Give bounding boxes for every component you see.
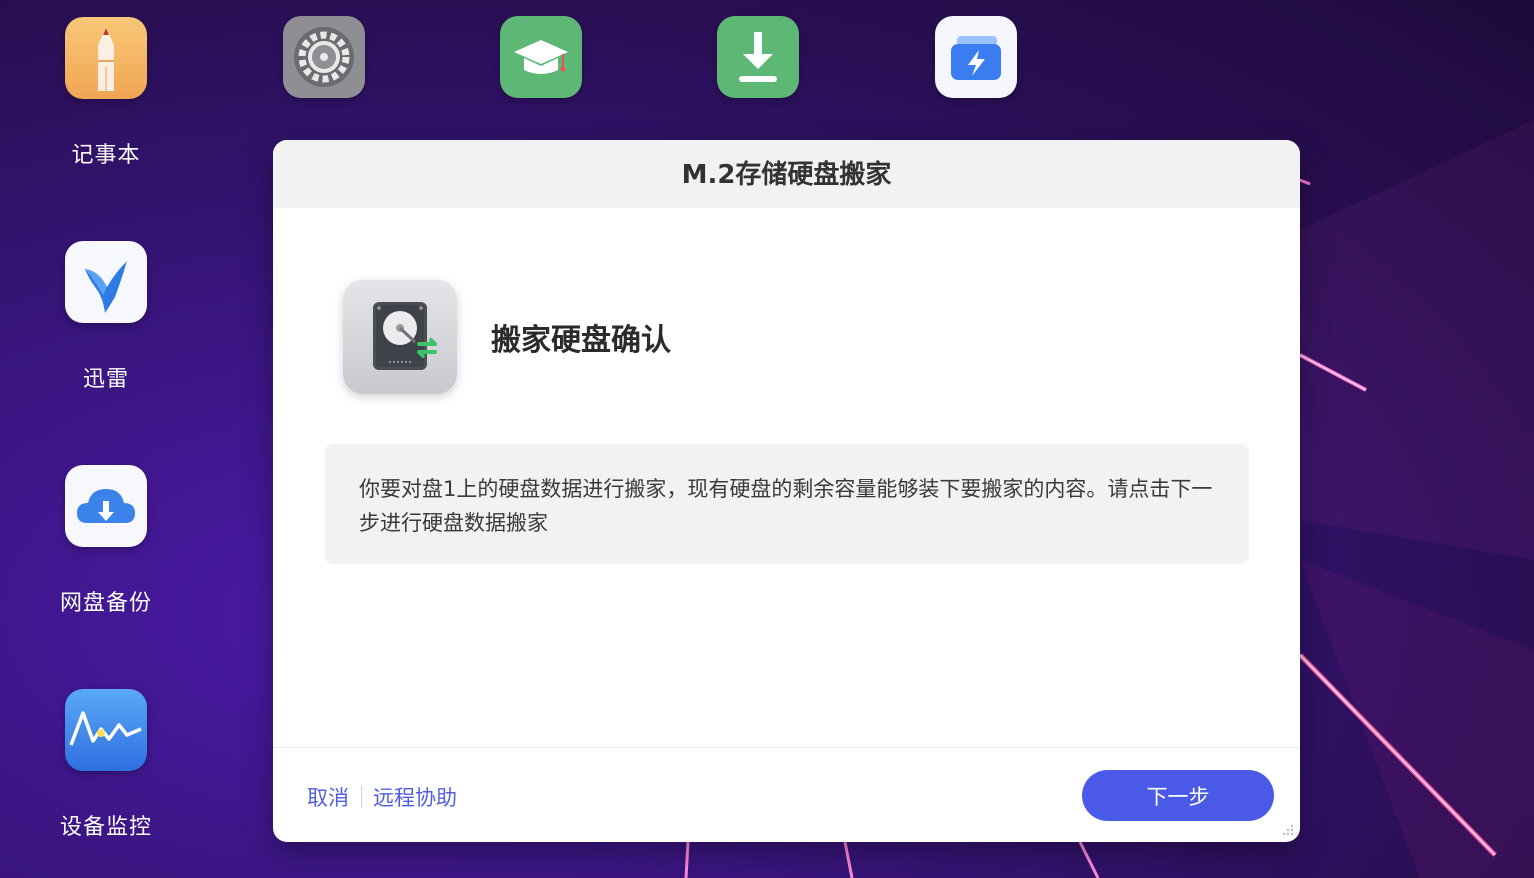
- cloud-download-icon: [65, 465, 147, 547]
- pulse-monitor-icon: [65, 689, 147, 771]
- disk-migration-dialog: M.2存储硬盘搬家 搬家硬盘确认 你要对盘1上的硬盘数据进行搬家，现有硬盘的剩余…: [273, 140, 1300, 842]
- device-monitor-app-label: 设备监控: [59, 815, 152, 840]
- remote-help-link[interactable]: 远程协助: [373, 782, 457, 812]
- graduation-cap-icon: [500, 16, 582, 98]
- settings-gear-icon: [283, 16, 365, 98]
- notepad-pencil-icon: [65, 17, 147, 99]
- hard-drive-transfer-icon: [343, 280, 457, 394]
- lightning-cards-icon: [935, 16, 1017, 98]
- cloud-backup-app[interactable]: 网盘备份: [6, 465, 206, 617]
- download-arrow-icon: [717, 16, 799, 98]
- thunder-bird-icon: [65, 241, 147, 323]
- notepad-app-label: 记事本: [71, 143, 141, 168]
- footer-link-separator: [361, 786, 362, 808]
- settings-app-tile[interactable]: [283, 16, 365, 98]
- cloud-backup-app-tile[interactable]: [65, 465, 147, 547]
- footer-divider: [273, 747, 1300, 748]
- download-app-tile[interactable]: [717, 16, 799, 98]
- device-monitor-app[interactable]: 设备监控: [6, 689, 206, 841]
- cancel-link[interactable]: 取消: [307, 782, 349, 812]
- thunder-app-tile[interactable]: [65, 241, 147, 323]
- thunder-app[interactable]: 迅雷: [6, 241, 206, 393]
- next-step-button[interactable]: 下一步: [1082, 770, 1274, 821]
- device-monitor-app-tile[interactable]: [65, 689, 147, 771]
- dialog-title: M.2存储硬盘搬家: [273, 140, 1300, 208]
- cloud-backup-app-label: 网盘备份: [59, 591, 152, 616]
- confirmation-message: 你要对盘1上的硬盘数据进行搬家，现有硬盘的剩余容量能够装下要搬家的内容。请点击下…: [359, 477, 1213, 535]
- education-app-tile[interactable]: [500, 16, 582, 98]
- step-title: 搬家硬盘确认: [491, 323, 671, 358]
- confirmation-message-box: 你要对盘1上的硬盘数据进行搬家，现有硬盘的剩余容量能够装下要搬家的内容。请点击下…: [325, 444, 1249, 564]
- thunder-app-label: 迅雷: [82, 367, 129, 392]
- notepad-app-tile[interactable]: [65, 17, 147, 99]
- flash-transfer-app-tile[interactable]: [935, 16, 1017, 98]
- resize-grip-icon[interactable]: [1280, 822, 1294, 836]
- notepad-app[interactable]: 记事本: [6, 17, 206, 169]
